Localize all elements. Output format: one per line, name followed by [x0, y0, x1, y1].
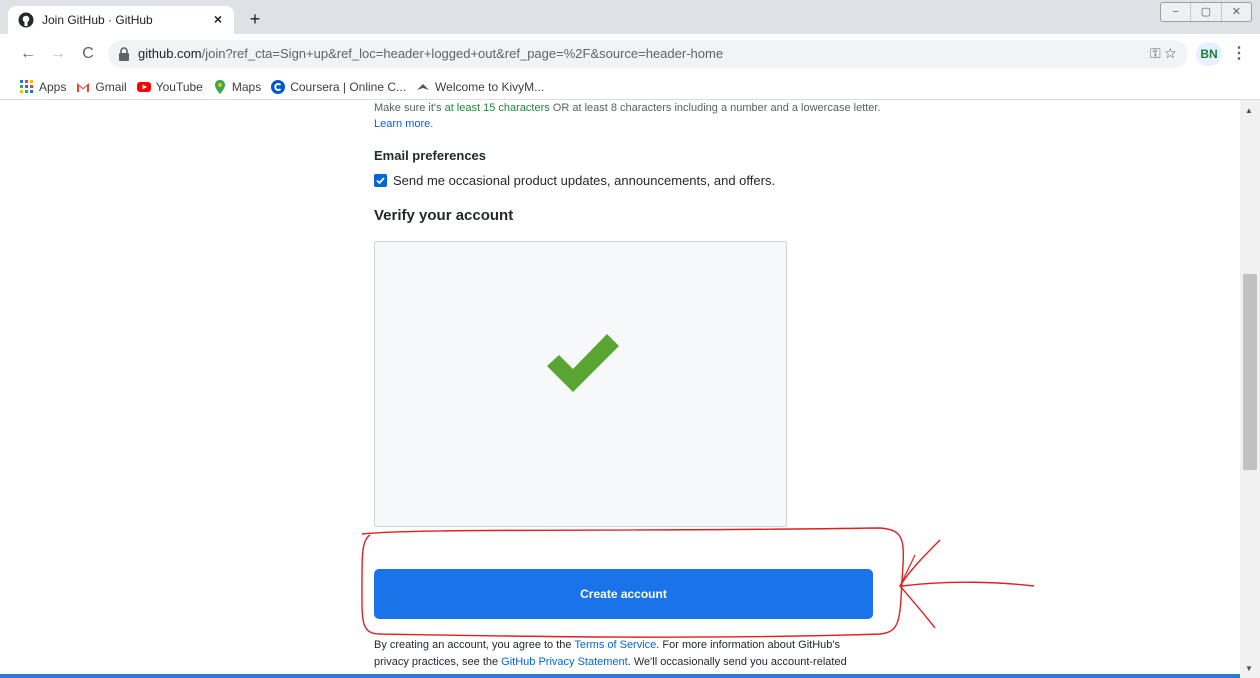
bookmark-kivy[interactable]: Welcome to KivyM... — [416, 80, 544, 94]
bookmark-maps[interactable]: Maps — [213, 79, 261, 94]
tab-strip: Join GitHub · GitHub × + − ▢ ✕ — [0, 0, 1260, 34]
browser-toolbar: ← → C github.com/join?ref_cta=Sign+up&re… — [0, 34, 1260, 74]
key-and-star-icons: ⚿ ☆ — [1150, 45, 1176, 62]
gmail-icon — [77, 82, 90, 92]
scroll-up-arrow-icon[interactable]: ▲ — [1245, 106, 1253, 115]
bookmarks-bar: Apps Gmail YouTube Maps Coursera | Onlin… — [0, 74, 1260, 100]
reload-icon[interactable]: C — [76, 42, 100, 66]
apps-grid-icon — [20, 79, 33, 93]
vertical-scrollbar[interactable]: ▲ ▼ — [1240, 100, 1260, 678]
tab-title: Join GitHub · GitHub — [42, 13, 153, 27]
taskbar-edge — [0, 674, 1240, 678]
github-icon — [18, 12, 34, 28]
kivy-icon — [417, 83, 430, 90]
bookmark-youtube[interactable]: YouTube — [136, 80, 203, 94]
tab-join-github[interactable]: Join GitHub · GitHub × — [8, 6, 234, 34]
red-annotation — [361, 527, 1035, 638]
back-arrow-icon[interactable]: ← — [16, 42, 40, 66]
bookmark-star-icon[interactable]: ☆ — [1165, 45, 1176, 61]
minimize-button[interactable]: − — [1161, 3, 1192, 21]
scroll-down-arrow-icon[interactable]: ▼ — [1245, 664, 1253, 673]
bookmark-gmail[interactable]: Gmail — [76, 80, 127, 94]
coursera-icon — [271, 79, 286, 94]
browser-chrome: Join GitHub · GitHub × + − ▢ ✕ ← → C git… — [0, 0, 1260, 100]
maps-icon — [214, 79, 225, 94]
page-content: Make sure it's at least 15 characters OR… — [0, 100, 1240, 678]
url-text: github.com/join?ref_cta=Sign+up&ref_loc=… — [138, 46, 724, 61]
menu-dots-icon[interactable]: ⋮ — [1230, 42, 1248, 66]
youtube-icon — [136, 81, 151, 92]
maximize-button[interactable]: ▢ — [1191, 3, 1222, 21]
lock-icon — [119, 47, 129, 61]
window-controls: − ▢ ✕ — [1160, 2, 1252, 22]
password-key-icon[interactable]: ⚿ — [1150, 45, 1161, 61]
bookmark-coursera[interactable]: Coursera | Online C... — [271, 79, 406, 94]
forward-arrow-icon[interactable]: → — [46, 42, 70, 66]
new-tab-button[interactable]: + — [243, 8, 267, 32]
address-bar[interactable]: github.com/join?ref_cta=Sign+up&ref_loc=… — [108, 40, 1188, 68]
tab-close-icon[interactable]: × — [214, 11, 222, 27]
scrollbar-thumb[interactable] — [1243, 274, 1257, 470]
close-window-button[interactable]: ✕ — [1222, 3, 1251, 21]
profile-avatar[interactable]: BN — [1196, 42, 1222, 66]
bookmark-apps[interactable]: Apps — [20, 79, 66, 94]
